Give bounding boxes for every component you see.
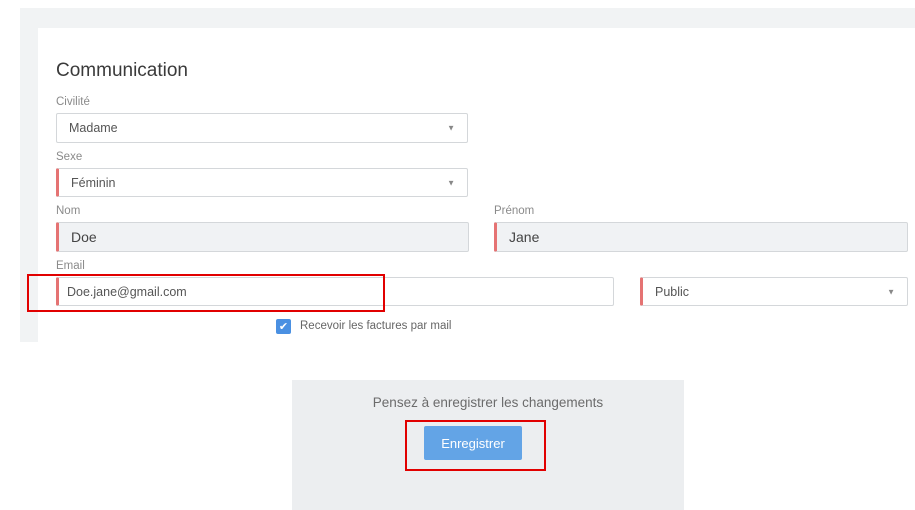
caret-down-icon: ▼ xyxy=(447,123,455,133)
nom-value: Doe xyxy=(71,229,97,245)
visibility-select[interactable]: Public ▼ xyxy=(640,277,908,306)
prenom-label: Prénom xyxy=(494,205,535,217)
checkmark-icon: ✔ xyxy=(278,321,289,333)
sexe-label: Sexe xyxy=(56,151,83,163)
caret-down-icon: ▼ xyxy=(887,287,895,296)
nom-label: Nom xyxy=(56,205,81,217)
section-title: Communication xyxy=(56,60,188,81)
email-value: Doe.jane@gmail.com xyxy=(67,284,187,299)
email-field[interactable]: Doe.jane@gmail.com xyxy=(56,277,614,306)
caret-down-icon: ▼ xyxy=(447,178,455,187)
civilite-label: Civilité xyxy=(56,96,90,108)
invoices-checkbox[interactable]: ✔ xyxy=(276,319,291,334)
prenom-value: Jane xyxy=(509,229,540,245)
civilite-value: Madame xyxy=(69,121,118,135)
save-reminder-text: Pensez à enregistrer les changements xyxy=(372,395,604,410)
sexe-select[interactable]: Féminin ▼ xyxy=(56,168,468,197)
prenom-field[interactable]: Jane xyxy=(494,222,908,252)
save-button[interactable]: Enregistrer xyxy=(424,426,522,460)
save-panel: Pensez à enregistrer les changements Enr… xyxy=(292,380,684,510)
visibility-value: Public xyxy=(655,284,690,299)
invoices-checkbox-label: Recevoir les factures par mail xyxy=(300,320,452,332)
civilite-select[interactable]: Madame ▼ xyxy=(56,113,468,143)
email-label: Email xyxy=(56,260,85,272)
nom-field[interactable]: Doe xyxy=(56,222,469,252)
sexe-value: Féminin xyxy=(71,175,116,190)
